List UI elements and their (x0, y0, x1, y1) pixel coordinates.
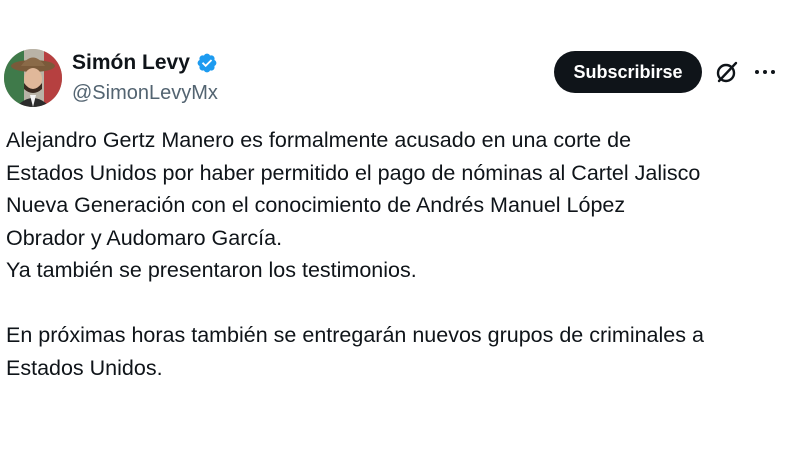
avatar-image (4, 49, 62, 107)
name-row: Simón Levy (72, 50, 218, 76)
tweet-line: Ya también se presentaron los testimonio… (6, 258, 417, 282)
tweet-line: En próximas horas también se entregarán … (6, 323, 704, 347)
handle[interactable]: @SimonLevyMx (72, 80, 218, 106)
grok-icon[interactable] (714, 59, 740, 85)
tweet-line: Estados Unidos por haber permitido el pa… (6, 160, 701, 185)
more-options-icon[interactable] (752, 59, 778, 85)
tweet-line: Nueva Generación con el conocimiento de … (6, 193, 626, 217)
verified-badge-icon (196, 52, 218, 74)
display-name[interactable]: Simón Levy (72, 50, 190, 76)
tweet-line: Alejandro Gertz Manero es formalmente ac… (6, 128, 632, 152)
tweet-line: Obrador y Audomaro García. (6, 225, 283, 250)
tweet-text: Alejandro Gertz Manero es formalmente ac… (6, 124, 792, 384)
author-info: Simón Levy @SimonLevyMx (72, 50, 218, 106)
tweet-card: Simón Levy @SimonLevyMx Subscribirse Ale… (0, 0, 800, 450)
avatar[interactable] (4, 49, 62, 107)
tweet-line: Estados Unidos. (6, 355, 163, 380)
subscribe-button[interactable]: Subscribirse (554, 51, 702, 93)
tweet-header: Simón Levy @SimonLevyMx Subscribirse (4, 46, 794, 110)
